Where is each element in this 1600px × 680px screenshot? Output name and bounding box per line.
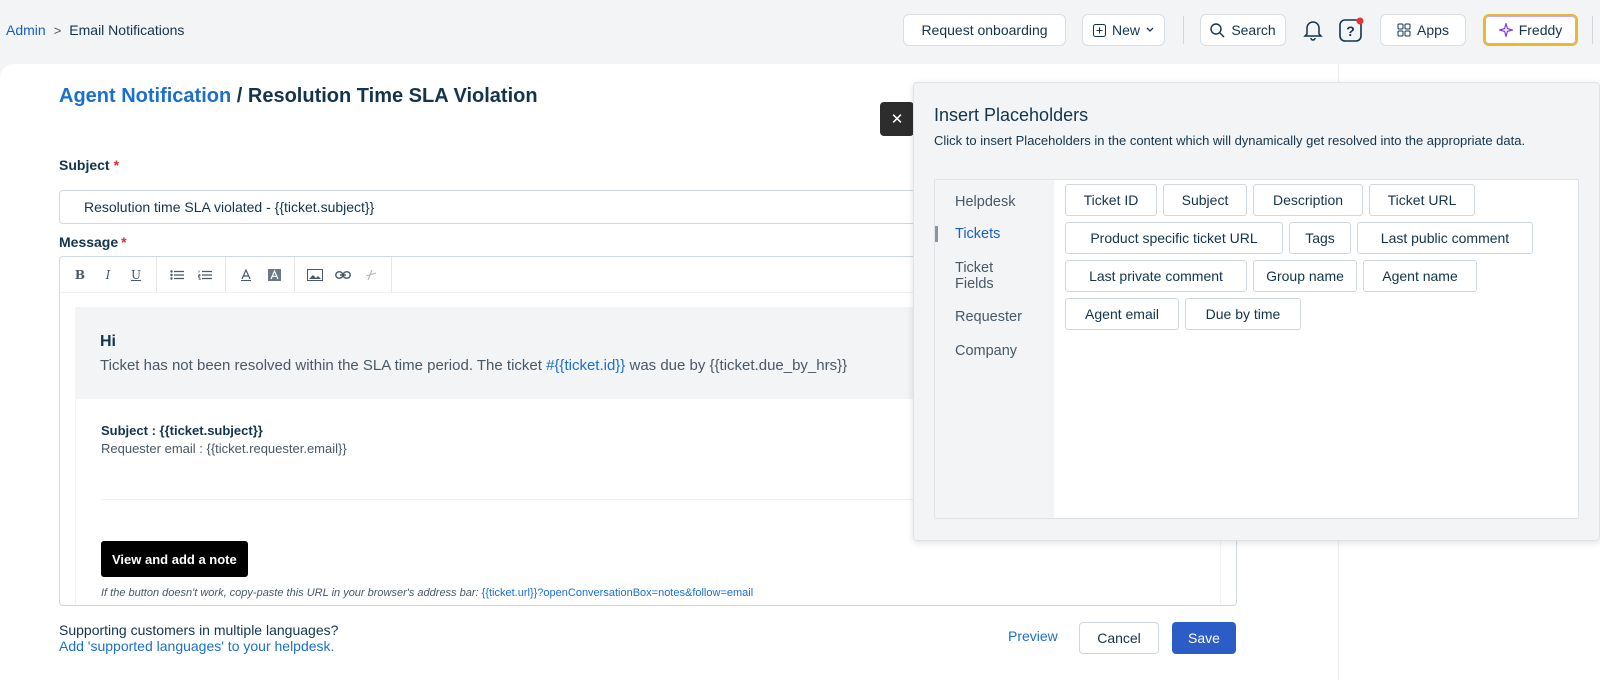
support-text: Supporting customers in multiple languag…	[59, 622, 339, 638]
cancel-button[interactable]: Cancel	[1079, 622, 1159, 654]
view-add-note-button[interactable]: View and add a note	[101, 541, 248, 577]
apps-button[interactable]: Apps	[1380, 14, 1466, 46]
close-placeholders-button[interactable]: ✕	[880, 102, 914, 136]
request-onboarding-label: Request onboarding	[921, 22, 1048, 38]
category-company[interactable]: Company	[935, 343, 1054, 359]
supported-languages-notice: Supporting customers in multiple languag…	[59, 622, 338, 654]
clear-format-icon[interactable]	[357, 261, 385, 289]
image-icon[interactable]	[301, 261, 329, 289]
chip-group-name[interactable]: Group name	[1253, 260, 1357, 292]
category-requester[interactable]: Requester	[935, 309, 1054, 325]
search-icon	[1210, 22, 1225, 37]
required-mark: *	[113, 157, 120, 173]
chip-last-private-comment[interactable]: Last private comment	[1065, 260, 1247, 292]
insert-placeholders-panel: Insert Placeholders Click to insert Plac…	[913, 82, 1600, 541]
numbered-list-icon[interactable]	[191, 261, 219, 289]
underline-button[interactable]: U	[122, 261, 150, 289]
sparkle-icon	[1498, 23, 1513, 37]
breadcrumb-separator: >	[53, 22, 62, 38]
font-color-icon[interactable]	[232, 261, 260, 289]
placeholders-box: Helpdesk Tickets Ticket Fields Requester…	[934, 179, 1579, 519]
request-onboarding-button[interactable]: Request onboarding	[903, 14, 1066, 46]
category-ticket-fields[interactable]: Ticket Fields	[935, 260, 1025, 292]
page-title-text: / Resolution Time SLA Violation	[236, 85, 538, 107]
top-bar: Admin > Email Notifications Request onbo…	[0, 0, 1600, 64]
breadcrumb-admin-link[interactable]: Admin	[6, 22, 46, 38]
chip-tags[interactable]: Tags	[1289, 222, 1351, 254]
category-helpdesk[interactable]: Helpdesk	[935, 194, 1054, 210]
chip-ticket-url[interactable]: Ticket URL	[1369, 184, 1475, 216]
search-label: Search	[1231, 22, 1276, 38]
breadcrumb-current: Email Notifications	[69, 22, 185, 38]
notifications-bell-icon[interactable]	[1299, 16, 1327, 44]
new-button[interactable]: New	[1082, 14, 1165, 46]
chip-description[interactable]: Description	[1253, 184, 1363, 216]
background-color-icon[interactable]	[260, 261, 288, 289]
new-label: New	[1111, 22, 1140, 38]
search-button[interactable]: Search	[1200, 14, 1286, 46]
chip-ticket-id[interactable]: Ticket ID	[1065, 184, 1157, 216]
color-group	[226, 257, 295, 293]
supported-languages-link[interactable]: Add 'supported languages' to your helpde…	[59, 638, 338, 654]
chip-subject[interactable]: Subject	[1163, 184, 1247, 216]
topbar-divider-right	[1592, 16, 1593, 44]
sla-message-start: Ticket has not been resolved within the …	[100, 357, 547, 374]
link-icon[interactable]	[329, 261, 357, 289]
subject-label: Subject *	[59, 157, 119, 173]
freddy-label: Freddy	[1518, 22, 1563, 38]
close-icon: ✕	[890, 111, 904, 128]
chip-due-by-time[interactable]: Due by time	[1185, 298, 1301, 330]
apps-icon	[1397, 23, 1411, 37]
sla-message-end: was due by {{ticket.due_by_hrs}}	[625, 357, 848, 374]
placeholder-category-nav: Helpdesk Tickets Ticket Fields Requester…	[935, 180, 1054, 518]
bulleted-list-icon[interactable]	[163, 261, 191, 289]
required-mark: *	[121, 234, 127, 250]
fallback-url-text: If the button doesn't work, copy-paste t…	[101, 587, 753, 599]
preview-link[interactable]: Preview	[1008, 628, 1058, 644]
format-group: B I U	[60, 257, 157, 293]
page-title: Agent Notification / Resolution Time SLA…	[59, 85, 538, 108]
chip-agent-email[interactable]: Agent email	[1065, 298, 1179, 330]
save-button[interactable]: Save	[1172, 622, 1236, 654]
svg-text:?: ?	[1346, 23, 1355, 39]
fallback-instructions: If the button doesn't work, copy-paste t…	[101, 587, 482, 599]
placeholders-title: Insert Placeholders	[934, 105, 1089, 125]
list-group	[157, 257, 226, 293]
message-label-text: Message	[59, 234, 119, 250]
subject-label-text: Subject	[59, 157, 110, 173]
category-tickets[interactable]: Tickets	[935, 226, 1054, 242]
ticket-id-link[interactable]: #{{ticket.id}}	[546, 357, 625, 374]
placeholders-description: Click to insert Placeholders in the cont…	[934, 133, 1526, 148]
bold-button[interactable]: B	[66, 261, 94, 289]
help-icon[interactable]: ?	[1337, 16, 1365, 44]
italic-button[interactable]: I	[94, 261, 122, 289]
breadcrumb: Admin > Email Notifications	[6, 22, 184, 38]
chevron-down-icon	[1146, 27, 1154, 32]
plus-square-icon	[1092, 23, 1106, 37]
chip-agent-name[interactable]: Agent name	[1363, 260, 1477, 292]
topbar-divider	[1183, 16, 1184, 44]
apps-label: Apps	[1417, 22, 1449, 38]
insert-group	[295, 257, 392, 293]
chip-last-public-comment[interactable]: Last public comment	[1357, 222, 1533, 254]
chip-product-ticket-url[interactable]: Product specific ticket URL	[1065, 222, 1283, 254]
fallback-url-link[interactable]: {{ticket.url}}?openConversationBox=notes…	[482, 587, 754, 599]
page-title-link[interactable]: Agent Notification	[59, 85, 231, 107]
freddy-button[interactable]: Freddy	[1483, 14, 1578, 46]
message-label: Message *	[59, 234, 127, 250]
